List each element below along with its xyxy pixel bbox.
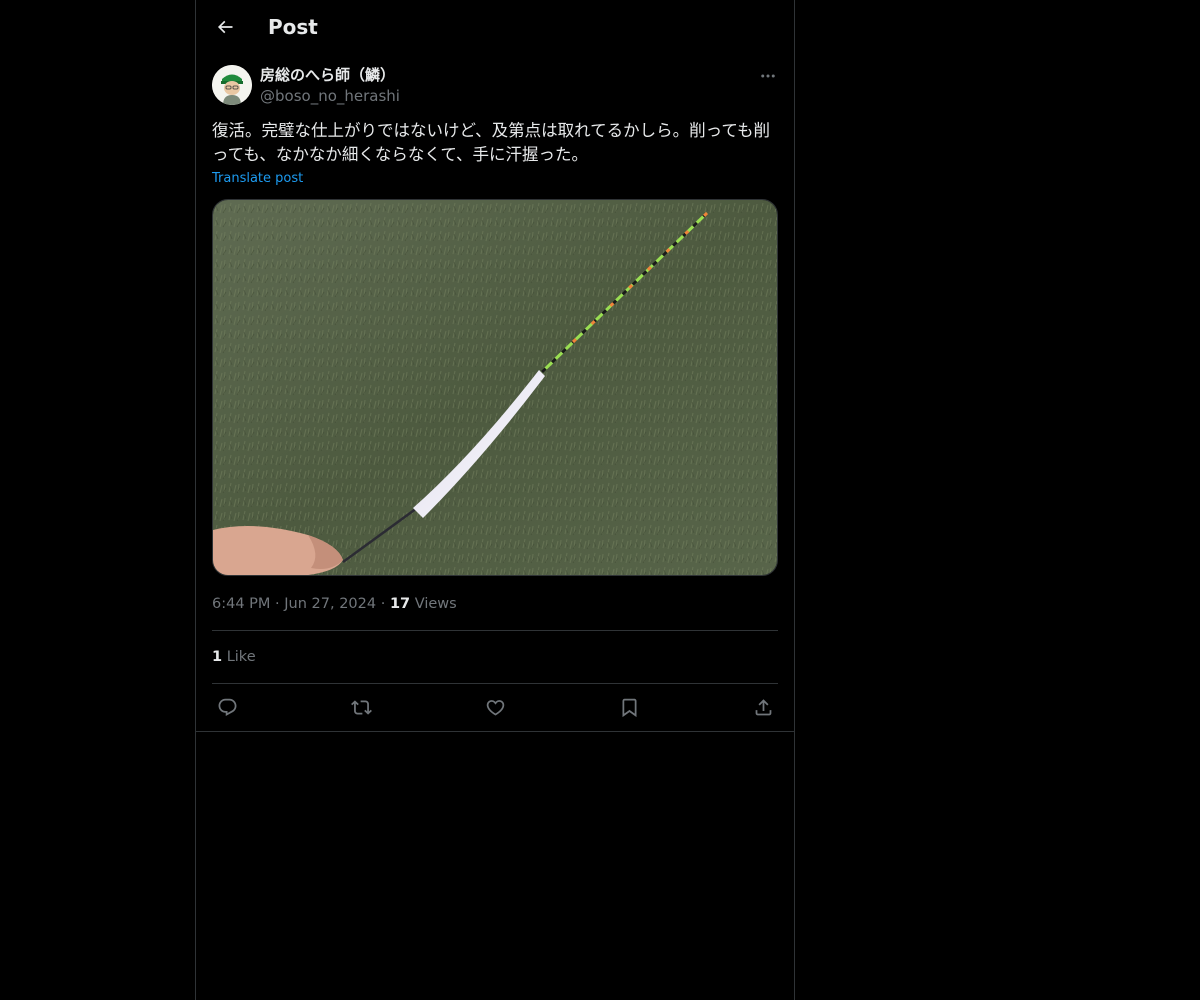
author-display-name[interactable]: 房総のへら師（鱗） bbox=[260, 65, 395, 85]
translate-post-link[interactable]: Translate post bbox=[212, 170, 303, 188]
meta-separator: · bbox=[380, 596, 386, 612]
share-icon bbox=[755, 698, 771, 715]
author-handle[interactable]: @boso_no_herashi bbox=[260, 86, 400, 106]
views-count: 17 bbox=[389, 596, 411, 612]
like-icon bbox=[486, 699, 504, 716]
more-options-button[interactable] bbox=[756, 64, 780, 88]
avatar[interactable] bbox=[212, 65, 252, 105]
reply-icon bbox=[218, 698, 236, 716]
post-bottom-border bbox=[196, 731, 794, 732]
arrow-left-icon bbox=[217, 20, 233, 34]
timestamp-time[interactable]: 6:44 PM bbox=[212, 596, 270, 612]
bookmark-button[interactable] bbox=[616, 694, 642, 720]
post-metadata: 6:44 PM · Jun 27, 2024 · 17 Views bbox=[212, 594, 457, 614]
more-horizontal-icon bbox=[761, 74, 775, 78]
likes-label: Like bbox=[226, 649, 256, 665]
page-title: Post bbox=[268, 15, 318, 39]
reply-button[interactable] bbox=[214, 694, 240, 720]
meta-separator: · bbox=[275, 596, 280, 612]
like-button[interactable] bbox=[482, 694, 508, 720]
post-column: Post 房総のへら師（鱗） @boso_no_herashi 復活。完璧な仕上… bbox=[195, 0, 795, 1000]
divider bbox=[212, 630, 778, 631]
post-text: 復活。完璧な仕上がりではないけど、及第点は取れてるかしら。削っても削っても、なか… bbox=[212, 121, 771, 164]
share-button[interactable] bbox=[750, 694, 776, 720]
views-label: Views bbox=[414, 596, 457, 612]
bookmark-icon bbox=[622, 698, 636, 717]
timestamp-date[interactable]: Jun 27, 2024 bbox=[284, 596, 376, 612]
likes-count: 1 bbox=[212, 649, 223, 665]
page-header: Post bbox=[196, 0, 794, 53]
back-button[interactable] bbox=[208, 10, 242, 44]
post-image[interactable] bbox=[212, 199, 778, 576]
repost-icon bbox=[350, 699, 372, 715]
fishing-float-photo-icon bbox=[213, 200, 777, 575]
avatar-illustration-icon bbox=[212, 65, 252, 105]
action-bar bbox=[212, 694, 778, 720]
likes-summary[interactable]: 1 Like bbox=[212, 647, 256, 667]
repost-button[interactable] bbox=[348, 694, 374, 720]
divider bbox=[212, 683, 778, 684]
